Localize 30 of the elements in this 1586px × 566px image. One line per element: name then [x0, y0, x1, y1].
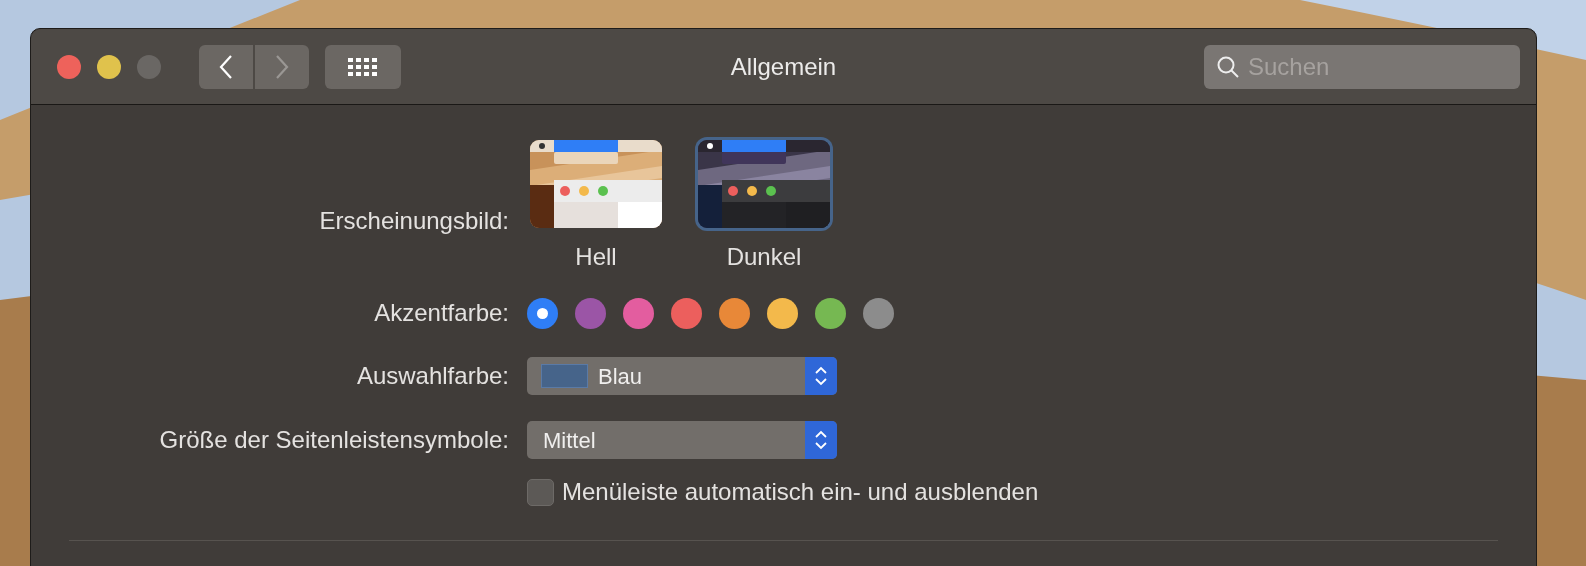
dark-window-preview-icon [698, 140, 830, 228]
search-icon [1216, 54, 1240, 79]
window-title: Allgemein [730, 51, 837, 82]
minimize-button[interactable] [97, 54, 121, 79]
menu-bar-autohide-checkbox[interactable]: Menüleiste automatisch ein- und ausblenden [527, 474, 1536, 510]
accent-color-swatch[interactable] [719, 297, 750, 329]
appearance-option[interactable]: Hell [527, 137, 665, 269]
back-button[interactable] [199, 44, 253, 89]
checkbox[interactable] [527, 478, 554, 506]
highlight-color-popup[interactable]: Blau [527, 357, 837, 395]
accent-color-swatch[interactable] [623, 297, 654, 329]
accent-color-swatch[interactable] [863, 297, 894, 329]
accent-color-swatch[interactable] [767, 297, 798, 329]
accent-color-swatch[interactable] [671, 297, 702, 329]
sidebar-icon-size-label: Größe der Seitenleistensymbole: [158, 425, 509, 455]
accent-color-label: Akzentfarbe: [373, 298, 509, 328]
appearance-label: Erscheinungsbild: [318, 206, 509, 236]
accent-color-swatch[interactable] [815, 297, 846, 329]
close-button[interactable] [57, 54, 81, 79]
sidebar-icon-size-popup[interactable]: Mittel [527, 421, 837, 459]
stepper-icon [805, 357, 837, 395]
chevron-left-icon [219, 53, 233, 80]
show-all-button[interactable] [325, 44, 401, 89]
grid-icon [348, 57, 378, 76]
light-window-preview-icon [530, 140, 662, 228]
accent-color-swatch[interactable] [527, 297, 558, 329]
highlight-color-label: Auswahlfarbe: [355, 361, 509, 391]
stepper-icon [805, 421, 837, 459]
chevron-right-icon [275, 53, 289, 80]
accent-color-swatch[interactable] [575, 297, 606, 329]
